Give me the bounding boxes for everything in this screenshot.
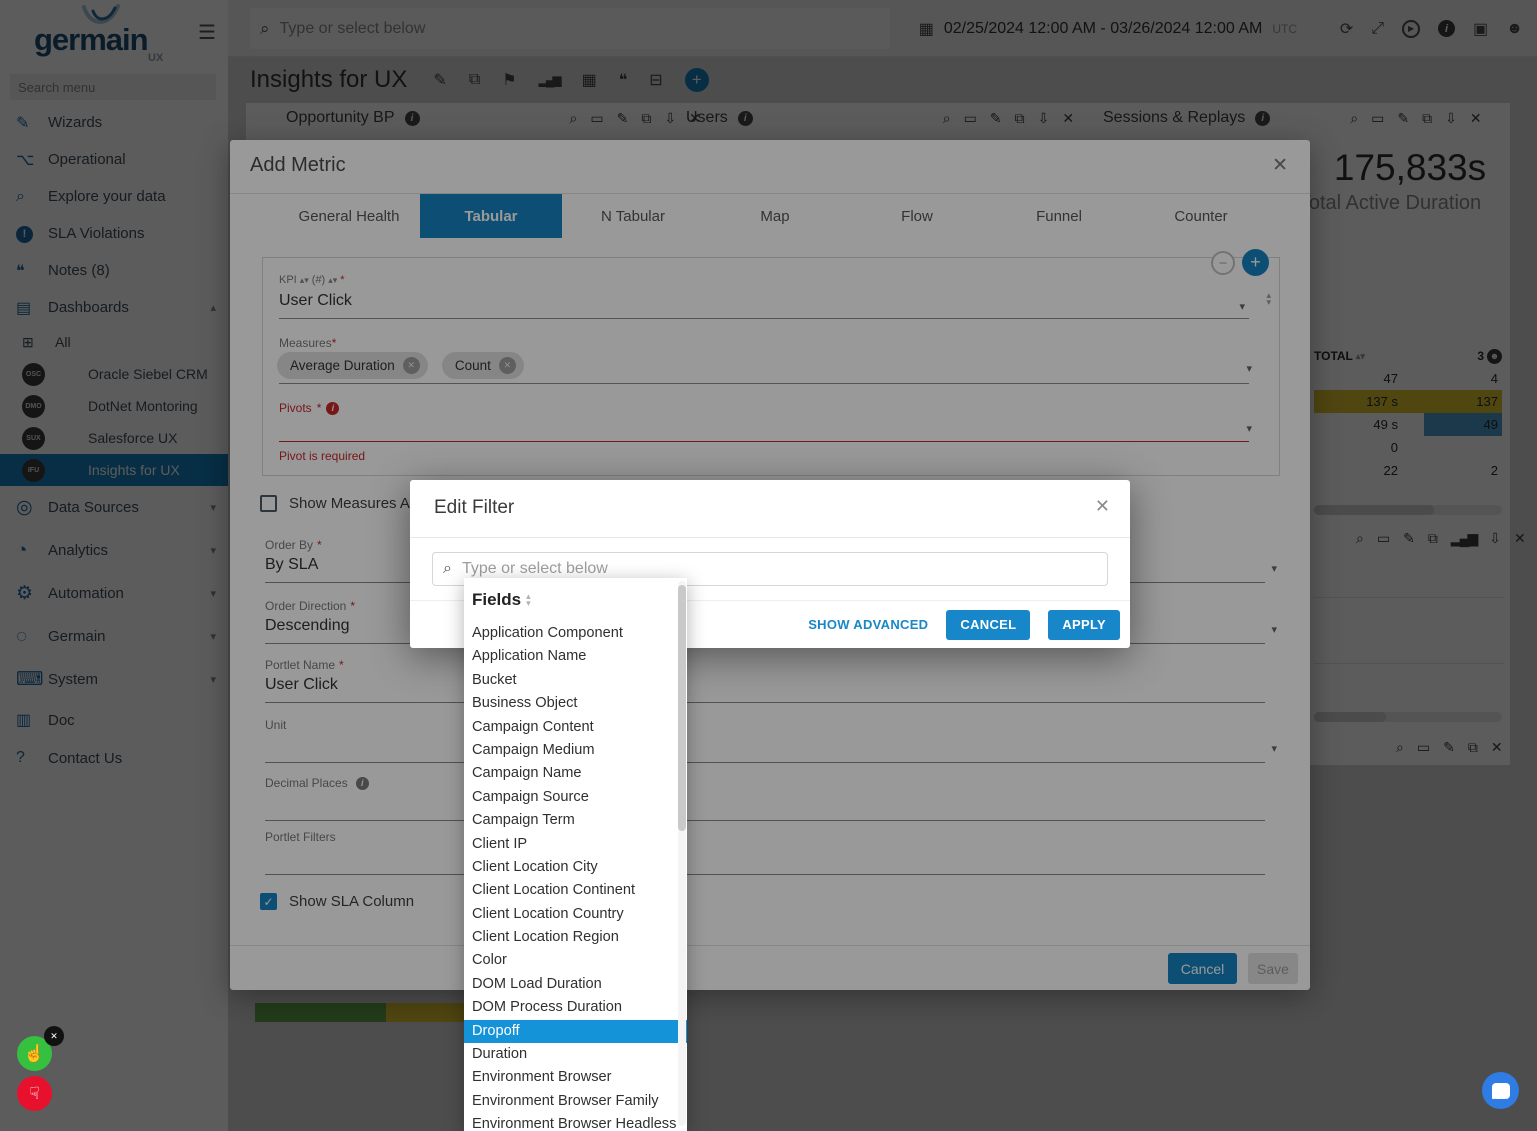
- modal-title: Edit Filter: [434, 497, 514, 519]
- field-option[interactable]: Application Component: [464, 622, 687, 645]
- field-option[interactable]: Bucket: [464, 669, 687, 692]
- dropdown-scrollbar[interactable]: [678, 581, 686, 1126]
- filter-search-input[interactable]: [462, 560, 1062, 578]
- field-option[interactable]: DOM Process Duration: [464, 996, 687, 1019]
- cancel-button[interactable]: CANCEL: [946, 610, 1030, 640]
- field-option[interactable]: Client Location Continent: [464, 879, 687, 902]
- field-option[interactable]: Client Location City: [464, 856, 687, 879]
- chat-bubble-icon: ‿: [1492, 1083, 1510, 1099]
- field-option[interactable]: Application Name: [464, 645, 687, 668]
- field-option[interactable]: DOM Load Duration: [464, 973, 687, 996]
- field-option[interactable]: Client Location Country: [464, 903, 687, 926]
- fields-list: Application ComponentApplication NameBuc…: [464, 622, 687, 1131]
- field-option[interactable]: Campaign Source: [464, 786, 687, 809]
- field-option[interactable]: Color: [464, 949, 687, 972]
- dismiss-feedback-icon[interactable]: ✕: [44, 1026, 64, 1046]
- field-option[interactable]: Client Location Region: [464, 926, 687, 949]
- close-icon[interactable]: ✕: [1095, 496, 1110, 517]
- fields-header-label: Fields: [472, 590, 521, 610]
- field-option[interactable]: Campaign Name: [464, 762, 687, 785]
- field-option[interactable]: Campaign Content: [464, 716, 687, 739]
- field-option[interactable]: Business Object: [464, 692, 687, 715]
- field-option[interactable]: Campaign Medium: [464, 739, 687, 762]
- field-option[interactable]: Duration: [464, 1043, 687, 1066]
- fields-dropdown-header: Fields ▴▾: [464, 578, 687, 614]
- sort-icon[interactable]: ▴▾: [526, 593, 531, 607]
- thumbs-down-button[interactable]: ☟: [17, 1076, 52, 1111]
- field-option[interactable]: Client IP: [464, 833, 687, 856]
- chat-widget-button[interactable]: ‿: [1482, 1072, 1519, 1109]
- apply-button[interactable]: APPLY: [1048, 610, 1120, 640]
- field-option[interactable]: Campaign Term: [464, 809, 687, 832]
- field-option[interactable]: Environment Browser: [464, 1066, 687, 1089]
- scrollbar-thumb[interactable]: [678, 585, 686, 831]
- fields-dropdown: Fields ▴▾ Application ComponentApplicati…: [464, 578, 687, 1131]
- field-option[interactable]: Dropoff: [464, 1020, 687, 1043]
- search-icon: ⌕: [443, 560, 452, 578]
- field-option[interactable]: Environment Browser Family: [464, 1090, 687, 1113]
- show-advanced-link[interactable]: SHOW ADVANCED: [808, 617, 928, 632]
- field-option[interactable]: Environment Browser Headless: [464, 1113, 687, 1131]
